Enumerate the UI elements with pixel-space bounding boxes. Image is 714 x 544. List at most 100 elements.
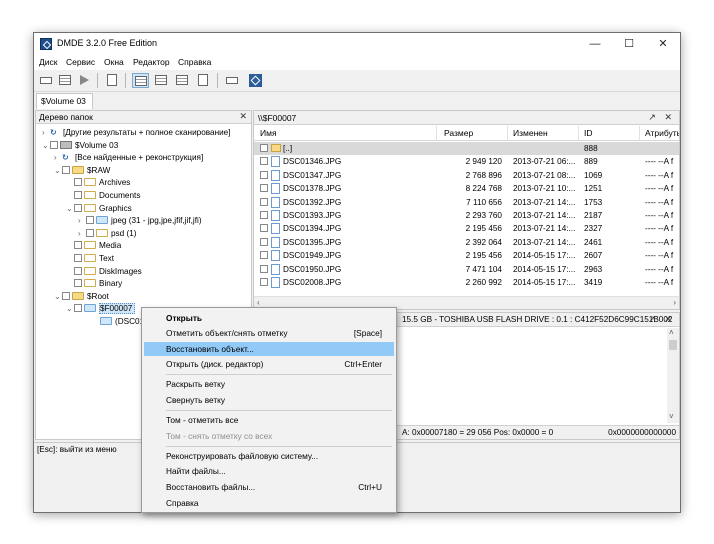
- row-checkbox[interactable]: [260, 211, 268, 219]
- collapse-icon[interactable]: ⌄: [54, 291, 62, 303]
- ctx-open-disk-editor[interactable]: Открыть (диск. редактор) Ctrl+Enter: [144, 357, 394, 371]
- vertical-scrollbar[interactable]: ˄ ˅: [667, 328, 679, 423]
- tree-checkbox[interactable]: [74, 178, 82, 187]
- expand-icon[interactable]: ›: [78, 215, 86, 227]
- scroll-thumb[interactable]: [669, 340, 677, 350]
- tree-node[interactable]: Text: [66, 253, 114, 265]
- dmde-button[interactable]: [247, 73, 264, 88]
- tree-checkbox[interactable]: [74, 304, 82, 313]
- expand-icon[interactable]: ›: [54, 152, 62, 164]
- ctx-restore-object[interactable]: Восстановить объект...: [144, 342, 394, 356]
- table-row[interactable]: DSC01393.JPG 2 293 760 2013-07-21 14:... 21…: [254, 209, 679, 222]
- tree-checkbox[interactable]: [50, 140, 58, 149]
- row-checkbox[interactable]: [260, 278, 268, 286]
- menu-editor[interactable]: Редактор: [133, 57, 170, 67]
- ctx-toggle-mark[interactable]: Отметить объект/снять отметку [Space]: [144, 326, 394, 340]
- table-row[interactable]: DSC01395.JPG 2 392 064 2013-07-21 14:... 24…: [254, 236, 679, 249]
- tree-node[interactable]: › psd (1): [78, 228, 136, 240]
- table-row[interactable]: DSC01347.JPG 2 768 896 2013-07-21 08:... 10…: [254, 169, 679, 182]
- column-size[interactable]: Размер: [444, 128, 473, 138]
- ctx-open[interactable]: Открыть: [144, 311, 394, 325]
- ctx-find-files[interactable]: Найти файлы...: [144, 464, 394, 478]
- ctx-reconstruct-fs[interactable]: Реконструировать файловую систему...: [144, 449, 394, 463]
- tree-node[interactable]: Media: [66, 240, 121, 252]
- tree-node[interactable]: ⌄ Graphics: [66, 203, 132, 215]
- tree-checkbox[interactable]: [74, 191, 82, 199]
- row-checkbox[interactable]: [260, 170, 268, 179]
- tree-node[interactable]: › ↻ [Все найденные + реконструкция]: [54, 152, 203, 164]
- row-checkbox[interactable]: [260, 224, 268, 233]
- collapse-icon[interactable]: ⌄: [42, 140, 50, 152]
- tree-checkbox[interactable]: [74, 254, 82, 262]
- info-pane-controls[interactable]: ↗ ✕: [648, 314, 675, 325]
- row-checkbox[interactable]: [260, 157, 268, 166]
- scroll-up-icon[interactable]: ˄: [669, 328, 674, 337]
- tree-node[interactable]: Archives: [66, 177, 130, 189]
- table-row[interactable]: DSC01950.JPG 7 471 104 2014-05-15 17:... 29…: [254, 263, 679, 276]
- tree-checkbox[interactable]: [62, 291, 70, 300]
- menu-service[interactable]: Сервис: [66, 57, 95, 67]
- view-table-button[interactable]: [174, 73, 191, 88]
- tree-node[interactable]: › jpeg (31 - jpg,jpe,jfif,jif,jfi): [78, 215, 202, 227]
- menu-help[interactable]: Справка: [178, 57, 211, 67]
- row-checkbox[interactable]: [260, 251, 268, 260]
- tree-checkbox[interactable]: [74, 266, 82, 275]
- tree-node[interactable]: ⌄ $Root: [54, 291, 109, 303]
- expand-icon[interactable]: ›: [78, 228, 86, 240]
- table-row[interactable]: [..] 888: [254, 142, 679, 155]
- scroll-left-icon[interactable]: ‹: [257, 298, 260, 307]
- table-row[interactable]: DSC02008.JPG 2 260 992 2014-05-15 17:... 34…: [254, 276, 679, 289]
- ctx-collapse-branch[interactable]: Свернуть ветку: [144, 393, 394, 407]
- table-row[interactable]: DSC01346.JPG 2 949 120 2013-07-21 06:... 88…: [254, 155, 679, 168]
- close-pane-icon[interactable]: ✕: [239, 111, 247, 122]
- close-button[interactable]: ✕: [646, 33, 680, 55]
- row-checkbox[interactable]: [260, 184, 268, 193]
- table-row[interactable]: DSC01392.JPG 7 110 656 2013-07-21 14:... 17…: [254, 196, 679, 209]
- row-checkbox[interactable]: [260, 144, 268, 152]
- scroll-right-icon[interactable]: ›: [673, 298, 676, 307]
- collapse-icon[interactable]: ⌄: [66, 203, 74, 215]
- column-name[interactable]: Имя: [260, 128, 277, 138]
- view-preview-button[interactable]: [195, 73, 212, 88]
- view-list-button[interactable]: [132, 73, 149, 88]
- maximize-button[interactable]: ☐: [612, 33, 646, 55]
- tree-checkbox[interactable]: [74, 241, 82, 250]
- ctx-help[interactable]: Справка: [144, 496, 394, 510]
- table-row[interactable]: DSC01378.JPG 8 224 768 2013-07-21 10:... 12…: [254, 182, 679, 195]
- pane-controls[interactable]: ↗ ✕: [648, 112, 675, 123]
- partitions-button[interactable]: [57, 73, 74, 88]
- tree-checkbox[interactable]: [86, 228, 94, 237]
- table-row[interactable]: DSC01394.JPG 2 195 456 2013-07-21 14:... 23…: [254, 222, 679, 235]
- ctx-expand-branch[interactable]: Раскрыть ветку: [144, 377, 394, 391]
- ctx-restore-files[interactable]: Восстановить файлы... Ctrl+U: [144, 480, 394, 494]
- expand-icon[interactable]: ›: [42, 127, 50, 139]
- tab-volume[interactable]: $Volume 03: [36, 93, 93, 109]
- tree-node[interactable]: ⌄ $RAW: [54, 165, 110, 177]
- column-id[interactable]: ID: [584, 128, 593, 138]
- tree-checkbox[interactable]: [74, 203, 82, 212]
- tree-checkbox[interactable]: [86, 216, 94, 225]
- row-checkbox[interactable]: [260, 237, 268, 246]
- new-doc-button[interactable]: [104, 73, 121, 88]
- column-attributes[interactable]: Атрибуты: [645, 128, 679, 138]
- view-details-button[interactable]: [153, 73, 170, 88]
- minimize-button[interactable]: —: [578, 33, 612, 55]
- open-volume-button[interactable]: [76, 73, 93, 88]
- row-checkbox[interactable]: [260, 197, 268, 206]
- ctx-mark-all[interactable]: Том - отметить все: [144, 413, 394, 427]
- tree-checkbox[interactable]: [62, 165, 70, 174]
- tree-node[interactable]: Binary: [66, 278, 122, 290]
- menu-disk[interactable]: Диск: [39, 57, 57, 67]
- scroll-down-icon[interactable]: ˅: [669, 412, 674, 421]
- collapse-icon[interactable]: ⌄: [54, 165, 62, 177]
- row-checkbox[interactable]: [260, 264, 268, 273]
- tree-node[interactable]: › ↻ [Другие результаты + полное сканирован…: [42, 127, 231, 139]
- column-modified[interactable]: Изменен: [513, 128, 548, 138]
- tree-checkbox[interactable]: [74, 279, 82, 288]
- drives-button[interactable]: [38, 73, 55, 88]
- menu-windows[interactable]: Окна: [104, 57, 124, 67]
- collapse-icon[interactable]: ⌄: [66, 303, 74, 315]
- windows-button[interactable]: [224, 73, 241, 88]
- table-row[interactable]: DSC01949.JPG 2 195 456 2014-05-15 17:... 26…: [254, 249, 679, 262]
- tree-node[interactable]: Documents: [66, 190, 140, 202]
